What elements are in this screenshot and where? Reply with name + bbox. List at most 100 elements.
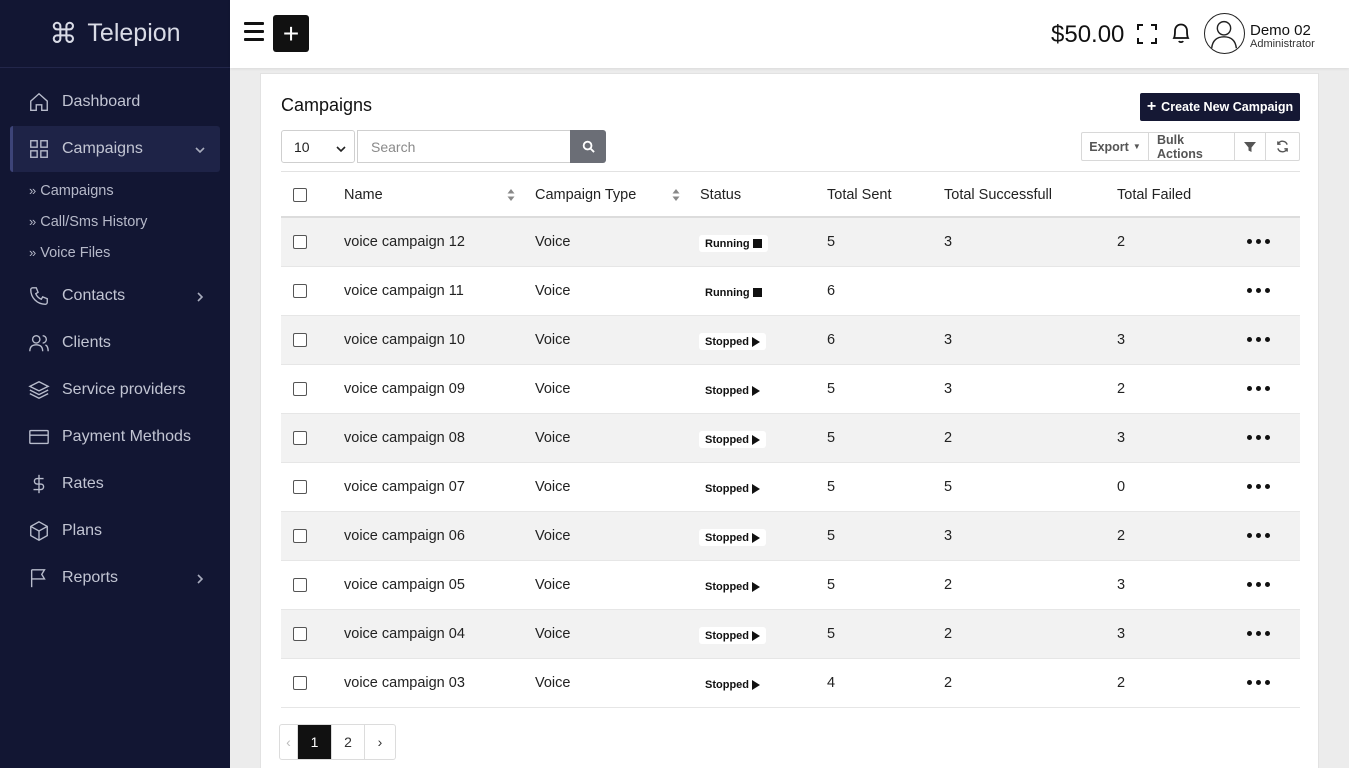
campaign-type: Voice: [535, 283, 571, 299]
pagination-page-1[interactable]: 1: [298, 725, 332, 759]
campaign-name[interactable]: voice campaign 09: [344, 381, 465, 397]
campaign-name[interactable]: voice campaign 10: [344, 332, 465, 348]
row-actions-icon[interactable]: [1247, 239, 1270, 244]
search-input[interactable]: [357, 130, 571, 163]
row-actions-icon[interactable]: [1247, 288, 1270, 293]
flag-icon: [28, 567, 50, 589]
row-checkbox[interactable]: [293, 676, 307, 690]
row-checkbox[interactable]: [293, 284, 307, 298]
row-checkbox[interactable]: [293, 480, 307, 494]
campaign-name[interactable]: voice campaign 06: [344, 528, 465, 544]
row-actions-icon[interactable]: [1247, 386, 1270, 391]
campaign-name[interactable]: voice campaign 11: [344, 283, 464, 299]
select-all-checkbox[interactable]: [293, 188, 307, 202]
quick-add-button[interactable]: +: [273, 15, 309, 52]
pagination-next[interactable]: ›: [365, 725, 395, 759]
row-actions-icon[interactable]: [1247, 533, 1270, 538]
status-badge[interactable]: Stopped: [699, 431, 766, 448]
total-sent: 5: [827, 430, 836, 446]
status-badge[interactable]: Stopped: [699, 627, 766, 644]
row-actions-icon[interactable]: [1247, 631, 1270, 636]
filter-button[interactable]: [1235, 133, 1266, 160]
refresh-button[interactable]: [1266, 133, 1299, 160]
row-checkbox[interactable]: [293, 235, 307, 249]
submenu-item-campaigns[interactable]: » Campaigns: [0, 175, 230, 206]
column-header-total-successful: Total Successfull: [944, 187, 1052, 203]
sort-icon[interactable]: [672, 188, 680, 202]
status-label: Stopped: [705, 531, 749, 544]
status-badge[interactable]: Running: [699, 235, 768, 252]
total-successful: 2: [944, 626, 953, 642]
campaign-name[interactable]: voice campaign 04: [344, 626, 465, 642]
sidebar-item-plans[interactable]: Plans: [10, 508, 220, 554]
status-badge[interactable]: Stopped: [699, 676, 766, 693]
total-failed: 2: [1117, 381, 1126, 397]
pagination-page-2[interactable]: 2: [332, 725, 365, 759]
status-badge[interactable]: Stopped: [699, 333, 766, 350]
sidebar-item-contacts[interactable]: Contacts: [10, 273, 220, 319]
table-row: voice campaign 05 Voice Stopped 5 2 3: [281, 561, 1300, 610]
campaign-name[interactable]: voice campaign 08: [344, 430, 465, 446]
status-badge[interactable]: Stopped: [699, 529, 766, 546]
menu-toggle-icon[interactable]: [244, 22, 264, 44]
avatar[interactable]: [1204, 13, 1245, 54]
row-checkbox[interactable]: [293, 333, 307, 347]
status-badge[interactable]: Running: [699, 284, 768, 301]
row-actions-icon[interactable]: [1247, 484, 1270, 489]
page-length-value: 10: [294, 138, 310, 155]
sidebar-item-reports[interactable]: Reports: [10, 555, 220, 601]
sidebar-item-payment-methods[interactable]: Payment Methods: [10, 414, 220, 460]
table-row: voice campaign 08 Voice Stopped 5 2 3: [281, 414, 1300, 463]
filter-icon: [1244, 141, 1256, 152]
submenu-item-voice-files[interactable]: » Voice Files: [0, 237, 230, 268]
create-campaign-button[interactable]: + Create New Campaign: [1140, 93, 1300, 121]
row-checkbox[interactable]: [293, 627, 307, 641]
user-name[interactable]: Demo 02: [1250, 22, 1311, 39]
fullscreen-icon[interactable]: [1136, 23, 1158, 45]
campaign-name[interactable]: voice campaign 03: [344, 675, 465, 691]
submenu-item-label: Campaigns: [40, 182, 114, 199]
sidebar-item-clients[interactable]: Clients: [10, 320, 220, 366]
sort-icon[interactable]: [507, 188, 515, 202]
row-checkbox[interactable]: [293, 431, 307, 445]
page-length-select[interactable]: 10: [281, 130, 355, 163]
table-row: voice campaign 12 Voice Running 5 3 2: [281, 218, 1300, 267]
pagination-prev[interactable]: ‹: [280, 725, 298, 759]
sidebar-item-label: Payment Methods: [62, 428, 191, 445]
column-header-name[interactable]: Name: [344, 187, 383, 203]
sidebar-item-campaigns[interactable]: Campaigns: [10, 126, 220, 172]
sidebar-item-dashboard[interactable]: Dashboard: [10, 79, 220, 125]
sidebar-item-rates[interactable]: Rates: [10, 461, 220, 507]
row-actions-icon[interactable]: [1247, 337, 1270, 342]
sidebar-item-label: Campaigns: [62, 140, 143, 157]
status-badge[interactable]: Stopped: [699, 480, 766, 497]
submenu-item-call-sms-history[interactable]: » Call/Sms History: [0, 206, 230, 237]
row-checkbox[interactable]: [293, 382, 307, 396]
campaign-type: Voice: [535, 577, 571, 593]
status-label: Stopped: [705, 629, 749, 642]
status-label: Stopped: [705, 580, 749, 593]
sidebar-item-service-providers[interactable]: Service providers: [10, 367, 220, 413]
export-button[interactable]: Export ▼: [1082, 133, 1149, 160]
user-role: Administrator: [1250, 38, 1315, 50]
row-actions-icon[interactable]: [1247, 435, 1270, 440]
bell-icon[interactable]: [1170, 21, 1192, 45]
search-button[interactable]: [570, 130, 606, 163]
chevron-down-icon: [194, 143, 206, 155]
row-checkbox[interactable]: [293, 578, 307, 592]
column-header-campaign-type[interactable]: Campaign Type: [535, 187, 636, 203]
row-actions-icon[interactable]: [1247, 680, 1270, 685]
brand[interactable]: ⌘ Telepion: [0, 0, 230, 68]
row-actions-icon[interactable]: [1247, 582, 1270, 587]
play-icon: [752, 679, 760, 690]
campaign-type: Voice: [535, 528, 571, 544]
status-badge[interactable]: Stopped: [699, 382, 766, 399]
campaign-name[interactable]: voice campaign 05: [344, 577, 465, 593]
campaign-name[interactable]: voice campaign 07: [344, 479, 465, 495]
bulk-actions-button[interactable]: Bulk Actions: [1149, 133, 1235, 161]
caret-down-icon: ▼: [1132, 142, 1141, 151]
campaign-name[interactable]: voice campaign 12: [344, 234, 465, 250]
row-checkbox[interactable]: [293, 529, 307, 543]
total-failed: 2: [1117, 675, 1126, 691]
status-badge[interactable]: Stopped: [699, 578, 766, 595]
